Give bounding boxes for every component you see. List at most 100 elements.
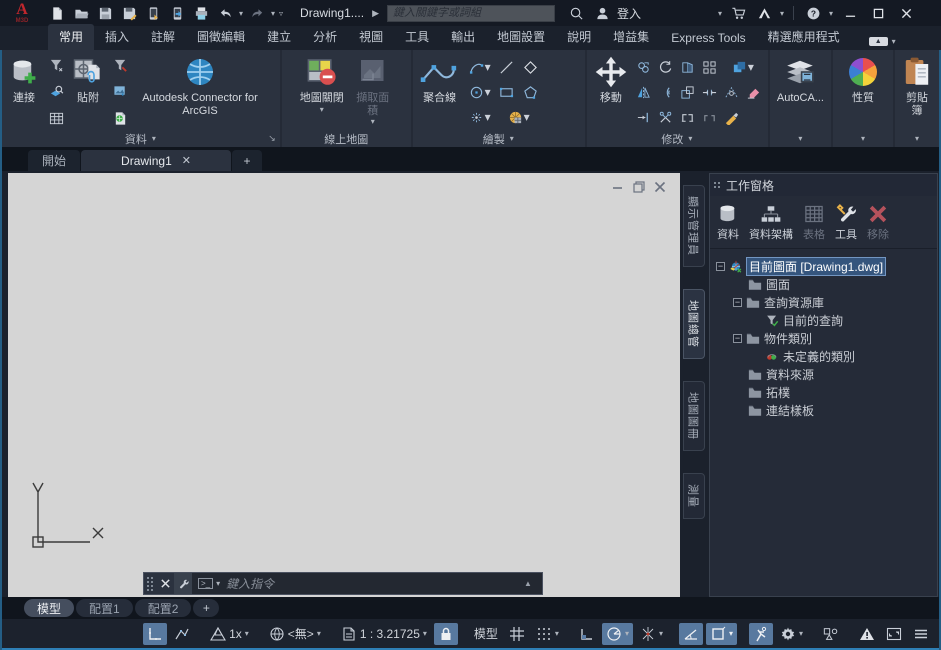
new-layout-button[interactable]: + <box>193 599 219 617</box>
dialog-launcher-icon[interactable]: ↘ <box>268 133 276 144</box>
help-search-input[interactable] <box>387 5 555 22</box>
polygon-tool[interactable] <box>520 80 542 104</box>
ribbon-tab-featured-apps[interactable]: 精選應用程式 <box>757 24 851 50</box>
plot-button[interactable] <box>190 3 212 23</box>
edit-filter-icon[interactable] <box>109 55 131 75</box>
panel-autocad-dropdown[interactable]: ▾ <box>797 134 803 143</box>
arc-tool[interactable]: ▾ <box>466 55 494 79</box>
drawing-minimize-icon[interactable] <box>612 181 624 193</box>
ribbon-tab-addins[interactable]: 增益集 <box>602 24 660 50</box>
title-expand-arrow-icon[interactable]: ▶ <box>372 8 379 19</box>
dynamic-input-icon[interactable] <box>170 623 194 645</box>
panel-clipboard-dropdown[interactable]: ▾ <box>914 134 920 143</box>
ribbon-tab-home[interactable]: 常用 <box>48 24 94 50</box>
command-customize-wrench-icon[interactable] <box>174 573 192 594</box>
join-tool[interactable] <box>678 105 698 129</box>
app-logo[interactable]: A M3D <box>0 0 44 26</box>
ribbon-tab-map-setup[interactable]: 地圖設置 <box>486 24 556 50</box>
graphics-performance-icon[interactable] <box>855 623 879 645</box>
help-icon[interactable]: ? <box>802 3 824 23</box>
tree-item-current-query[interactable]: 目前的查詢 <box>712 311 935 329</box>
task-pane-header[interactable]: 工作窗格 <box>710 174 937 196</box>
explode-tool[interactable] <box>722 105 742 129</box>
model-space-toggle[interactable]: 模型 <box>470 623 502 645</box>
command-prompt-icon[interactable]: >_▾ <box>198 578 221 589</box>
ortho-mode-icon[interactable] <box>575 623 599 645</box>
save-button[interactable] <box>94 3 116 23</box>
layout-tab-layout1[interactable]: 配置1 <box>76 599 133 617</box>
panel-data-dropdown[interactable]: ▾ <box>151 134 157 143</box>
search-icon[interactable] <box>565 3 587 23</box>
drawing-canvas[interactable]: >_▾ ▲ <box>8 173 680 597</box>
redo-button[interactable] <box>246 3 268 23</box>
connect-button[interactable]: 連接 <box>6 53 42 130</box>
new-drawing-tab-button[interactable]: + <box>232 150 262 171</box>
filter-icon[interactable] <box>45 55 67 75</box>
mirror-copy-tool[interactable] <box>678 55 698 79</box>
open-from-mobile-button[interactable] <box>166 3 188 23</box>
panel-data-footer[interactable]: 資料▾ ↘ <box>2 130 280 147</box>
autocad-layers-button[interactable]: AutoCA... <box>774 53 827 130</box>
ribbon-tab-create[interactable]: 建立 <box>256 24 302 50</box>
viewport-scale-dropdown[interactable]: ▾ <box>423 629 427 638</box>
hatch-dropdown[interactable]: ▾ <box>524 110 530 124</box>
maximize-button[interactable] <box>866 2 890 24</box>
collapse-icon[interactable]: − <box>733 298 742 307</box>
annotation-scale-control[interactable]: 1x ▾ <box>206 623 253 645</box>
rectangle-revision-tool[interactable] <box>520 55 542 79</box>
undo-button[interactable] <box>214 3 236 23</box>
minimize-button[interactable] <box>838 2 862 24</box>
polar-tracking-icon[interactable]: ▾ <box>602 623 633 645</box>
map-off-dropdown[interactable]: ▾ <box>319 105 325 114</box>
file-tab-close-icon[interactable]: ✕ <box>182 154 191 167</box>
polar-dropdown[interactable]: ▾ <box>625 629 629 638</box>
snap-mode-dropdown[interactable]: ▾ <box>555 629 559 638</box>
signin-dropdown[interactable]: ▾ <box>717 9 723 18</box>
ribbon-tab-insert[interactable]: 插入 <box>94 24 140 50</box>
isodraft-angle-icon[interactable] <box>679 623 703 645</box>
properties-button[interactable]: 性質 <box>846 53 880 130</box>
map-off-button[interactable]: 地圖關閉 ▾ <box>297 53 347 130</box>
join-endpoint-tool[interactable] <box>700 105 720 129</box>
side-tab-survey[interactable]: 測量 <box>683 473 705 519</box>
save-to-mobile-button[interactable] <box>142 3 164 23</box>
annotation-visibility-icon[interactable] <box>749 623 773 645</box>
polyline-button[interactable]: 聚合線 <box>417 53 463 130</box>
offset-tool[interactable] <box>656 80 676 104</box>
infer-constraints-icon[interactable] <box>143 623 167 645</box>
geo-location-control[interactable]: <無> ▾ <box>265 623 325 645</box>
app-store-cart-icon[interactable] <box>727 3 749 23</box>
object-snap-icon[interactable]: ▾ <box>706 623 737 645</box>
copy-tool[interactable] <box>634 55 654 79</box>
erase-tool[interactable] <box>744 80 764 104</box>
circle-dropdown[interactable]: ▾ <box>485 85 491 99</box>
file-tab-start[interactable]: 開始 <box>28 150 80 171</box>
taskpane-data-button[interactable]: 資料 <box>714 202 742 244</box>
side-tab-display-manager[interactable]: 顯示管理員 <box>683 185 705 267</box>
command-input-area[interactable]: >_▾ ▲ <box>192 573 542 594</box>
customization-menu-icon[interactable] <box>909 623 933 645</box>
scale-lock-icon[interactable] <box>434 623 458 645</box>
tree-item-topologies[interactable]: 拓樸 <box>712 383 935 401</box>
redo-dropdown[interactable]: ▾ <box>270 9 276 18</box>
overlap-dropdown[interactable]: ▾ <box>748 60 754 74</box>
drawing-close-icon[interactable] <box>654 181 666 193</box>
tree-item-current-drawing[interactable]: − 目前圖面 [Drawing1.dwg] <box>712 257 935 275</box>
rotate-tool[interactable] <box>656 55 676 79</box>
open-file-button[interactable] <box>70 3 92 23</box>
ribbon-tab-output[interactable]: 輸出 <box>440 24 486 50</box>
task-pane-grip[interactable] <box>714 182 720 188</box>
help-dropdown[interactable]: ▾ <box>828 9 834 18</box>
command-line-dock[interactable]: >_▾ ▲ <box>143 572 543 595</box>
panel-draw-dropdown[interactable]: ▾ <box>509 134 515 143</box>
ribbon-minimize-dropdown[interactable]: ▾ <box>891 37 897 46</box>
point-dropdown[interactable]: ▾ <box>485 110 491 124</box>
tree-item-drawings[interactable]: 圖面 <box>712 275 935 293</box>
stretch-tool[interactable] <box>700 80 720 104</box>
otrack-dropdown[interactable]: ▾ <box>659 629 663 638</box>
panel-draw-footer[interactable]: 繪製▾ <box>413 130 585 147</box>
collapse-icon[interactable]: − <box>716 262 725 271</box>
fillet-tool[interactable] <box>722 80 742 104</box>
ribbon-tab-help[interactable]: 說明 <box>556 24 602 50</box>
command-close-icon[interactable] <box>156 573 174 594</box>
